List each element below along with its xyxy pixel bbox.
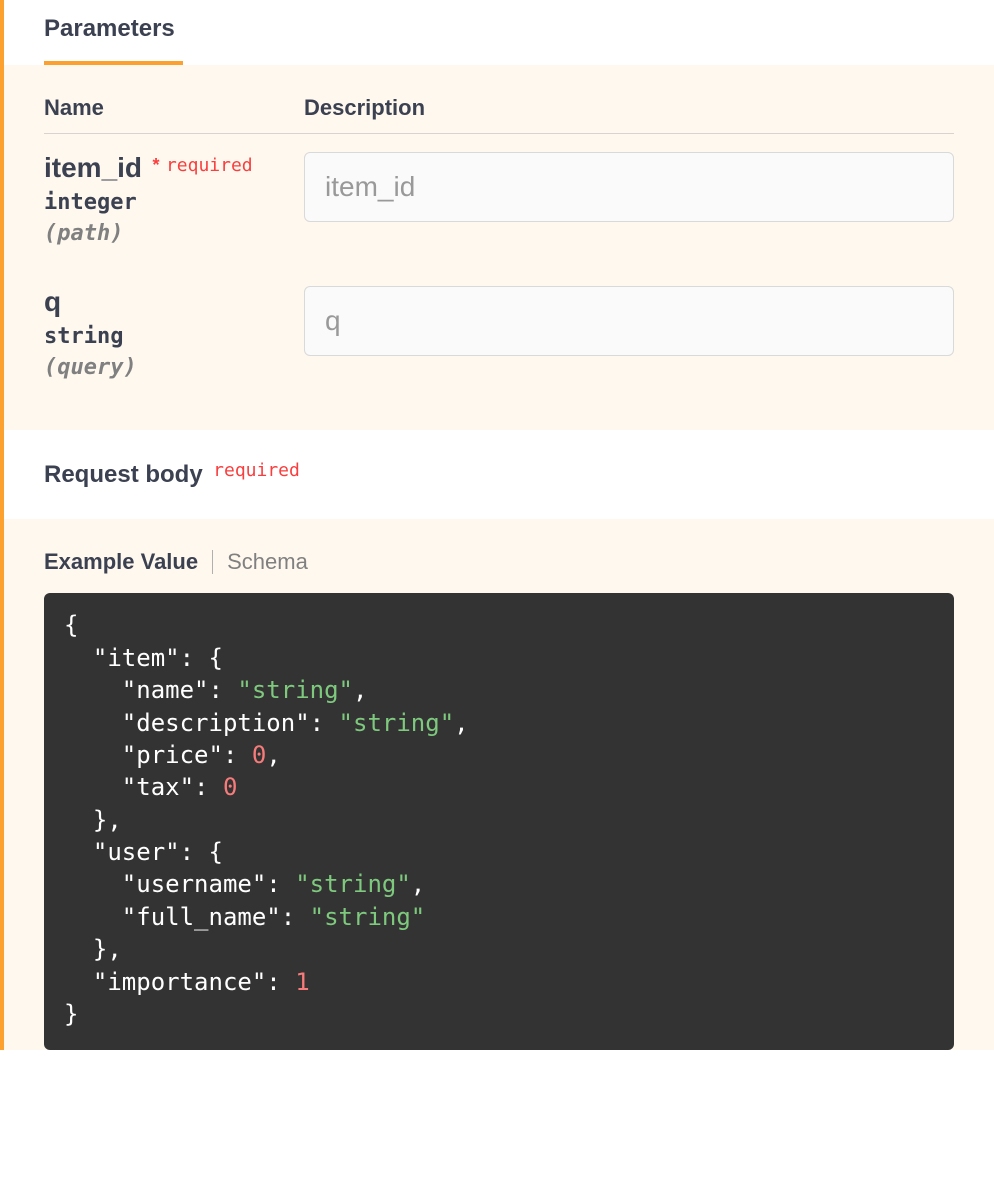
parameter-input-item-id[interactable] [304, 152, 954, 222]
request-body-required-label: required [213, 460, 300, 481]
parameters-title: Parameters [44, 15, 183, 65]
parameters-table-head: Name Description [44, 95, 954, 134]
example-tabs: Example Value Schema [44, 549, 954, 575]
parameter-in: (path) [44, 221, 304, 246]
parameter-name-cell: item_id * required integer (path) [44, 152, 304, 246]
parameter-name: q [44, 286, 61, 318]
parameter-type: integer [44, 190, 304, 215]
example-json-code[interactable]: { "item": { "name": "string", "descripti… [44, 593, 954, 1050]
request-body-section: Example Value Schema { "item": { "name":… [4, 519, 994, 1050]
tab-schema[interactable]: Schema [227, 549, 308, 575]
parameter-row: item_id * required integer (path) [44, 152, 954, 246]
parameter-input-q[interactable] [304, 286, 954, 356]
request-body-header: Request body required [4, 430, 994, 519]
parameter-row: q string (query) [44, 286, 954, 380]
required-label: required [166, 155, 253, 176]
request-body-title: Request body [44, 461, 203, 489]
parameters-body: Name Description item_id * required inte… [4, 65, 994, 430]
parameter-name: item_id [44, 152, 142, 184]
parameters-header: Parameters [4, 0, 994, 65]
tab-example-value[interactable]: Example Value [44, 549, 198, 575]
parameter-name-cell: q string (query) [44, 286, 304, 380]
api-operation-panel: Parameters Name Description item_id * re… [0, 0, 994, 1050]
column-header-name: Name [44, 95, 304, 121]
column-header-description: Description [304, 95, 954, 121]
parameter-type: string [44, 324, 304, 349]
parameter-in: (query) [44, 355, 304, 380]
tab-divider [212, 550, 213, 574]
required-star-icon: * [152, 155, 159, 175]
parameter-desc-cell [304, 286, 954, 380]
parameter-desc-cell [304, 152, 954, 246]
